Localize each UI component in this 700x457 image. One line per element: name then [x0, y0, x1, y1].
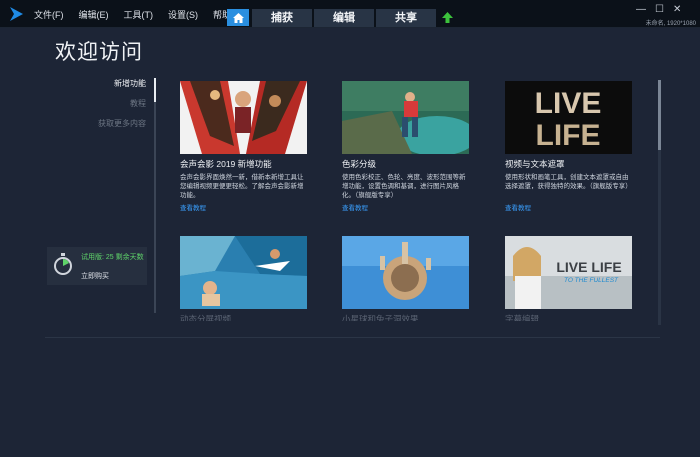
- menu-settings[interactable]: 设置(S): [168, 8, 198, 21]
- card-description: 使用形状和画笔工具，创建文本遮罩或自由选择遮罩，获得独特的效果。（旗舰版专享）: [505, 174, 632, 190]
- trial-status: 试用版: 25 剩余天数: [81, 254, 144, 261]
- tab-capture[interactable]: 捕获: [252, 9, 312, 27]
- fullest-text: TO THE FULLEST: [564, 277, 619, 284]
- view-tutorial-link[interactable]: 查看教程: [505, 202, 632, 212]
- minimize-button[interactable]: —: [636, 4, 646, 15]
- welcome-panel: 欢迎访问 新增功能 教程 获取更多内容 试用版: 25 剩余天数 立即购买 会声…: [0, 28, 700, 457]
- split-screen-image: [180, 236, 307, 309]
- color-grading-image: [342, 81, 469, 154]
- live-life-text: LIVE LIFE: [556, 259, 621, 275]
- card-thumbnail[interactable]: [180, 81, 307, 154]
- menu-bar: 文件(F) 编辑(E) 工具(T) 设置(S) 帮助(H): [34, 8, 259, 21]
- project-info: 未命名, 1920*1080: [645, 21, 696, 27]
- live-text: LIVE: [535, 87, 602, 120]
- workspace-tabs: 捕获 编辑 共享: [252, 9, 438, 27]
- page-title: 欢迎访问: [55, 40, 143, 64]
- card-description: 会声会影界面焕然一新，借新本新增工具让您编辑视频更便更轻松。了解会声会影新增功能…: [180, 174, 304, 199]
- tab-edit[interactable]: 编辑: [314, 9, 374, 27]
- app-logo-icon: [10, 7, 23, 21]
- card-thumbnail[interactable]: LIVE LIFE: [505, 81, 632, 154]
- side-item-new-features[interactable]: 新增功能: [60, 78, 146, 89]
- menu-file[interactable]: 文件(F): [34, 8, 64, 21]
- tiny-planet-image: [342, 236, 469, 309]
- card-title: 动态分屏视频: [180, 314, 232, 321]
- feature-grid: 会声会影 2019 新增功能 会声会影界面焕然一新，借新本新增工具让您编辑视频更…: [180, 81, 650, 321]
- card-title: 字幕编辑: [505, 314, 540, 321]
- feature-card: LIVE LIFE TO THE FULLEST 字幕编辑: [505, 236, 632, 321]
- side-nav: 新增功能 教程 获取更多内容: [60, 78, 146, 138]
- buy-now-link[interactable]: 立即购买: [81, 271, 109, 281]
- feature-card: 小星球和兔子洞效果: [342, 236, 469, 321]
- stopwatch-icon: [54, 253, 72, 275]
- view-tutorial-link[interactable]: 查看教程: [180, 202, 307, 212]
- card-title: 会声会影 2019 新增功能: [180, 159, 272, 169]
- card-title: 视频与文本遮罩: [505, 159, 565, 169]
- card-thumbnail[interactable]: LIVE LIFE TO THE FULLEST: [505, 236, 632, 309]
- title-bar: 文件(F) 编辑(E) 工具(T) 设置(S) 帮助(H) 捕获 编辑 共享 —…: [0, 0, 700, 28]
- feature-card: 色彩分级 使用色彩校正、色轮、亮度、波形范围等新增功能，设置色调和基调，进行图片…: [342, 81, 469, 212]
- title-editor-image: LIVE LIFE TO THE FULLEST: [505, 236, 632, 309]
- life-text: LIFE: [536, 119, 601, 152]
- close-button[interactable]: ✕: [673, 4, 681, 15]
- video-mask-image: LIVE LIFE: [505, 81, 632, 154]
- scrollbar-thumb[interactable]: [658, 80, 661, 150]
- card-thumbnail[interactable]: [180, 236, 307, 309]
- new-features-image: [180, 81, 307, 154]
- upload-arrow-icon[interactable]: [441, 11, 454, 24]
- menu-tools[interactable]: 工具(T): [124, 8, 154, 21]
- feature-card: 会声会影 2019 新增功能 会声会影界面焕然一新，借新本新增工具让您编辑视频更…: [180, 81, 307, 212]
- side-nav-divider: [154, 78, 156, 313]
- card-description: 使用色彩校正、色轮、亮度、波形范围等新增功能，设置色调和基调，进行图片风格化。（…: [342, 174, 466, 199]
- side-nav-active-indicator: [154, 78, 156, 102]
- card-thumbnail[interactable]: [342, 236, 469, 309]
- card-title: 小星球和兔子洞效果: [342, 314, 419, 321]
- tab-share[interactable]: 共享: [376, 9, 436, 27]
- side-item-tutorials[interactable]: 教程: [60, 98, 146, 109]
- home-button[interactable]: [227, 9, 249, 26]
- card-thumbnail[interactable]: [342, 81, 469, 154]
- view-tutorial-link[interactable]: 查看教程: [342, 202, 469, 212]
- maximize-button[interactable]: ☐: [655, 4, 664, 15]
- feature-card: 动态分屏视频: [180, 236, 307, 321]
- feature-card: LIVE LIFE 视频与文本遮罩 使用形状和画笔工具，创建文本遮罩或自由选择遮…: [505, 81, 632, 212]
- side-item-get-more[interactable]: 获取更多内容: [60, 118, 146, 129]
- card-title: 色彩分级: [342, 159, 377, 169]
- divider: [45, 337, 660, 338]
- menu-edit[interactable]: 编辑(E): [79, 8, 109, 21]
- trial-box: 试用版: 25 剩余天数 立即购买: [47, 247, 147, 285]
- home-icon: [232, 12, 244, 23]
